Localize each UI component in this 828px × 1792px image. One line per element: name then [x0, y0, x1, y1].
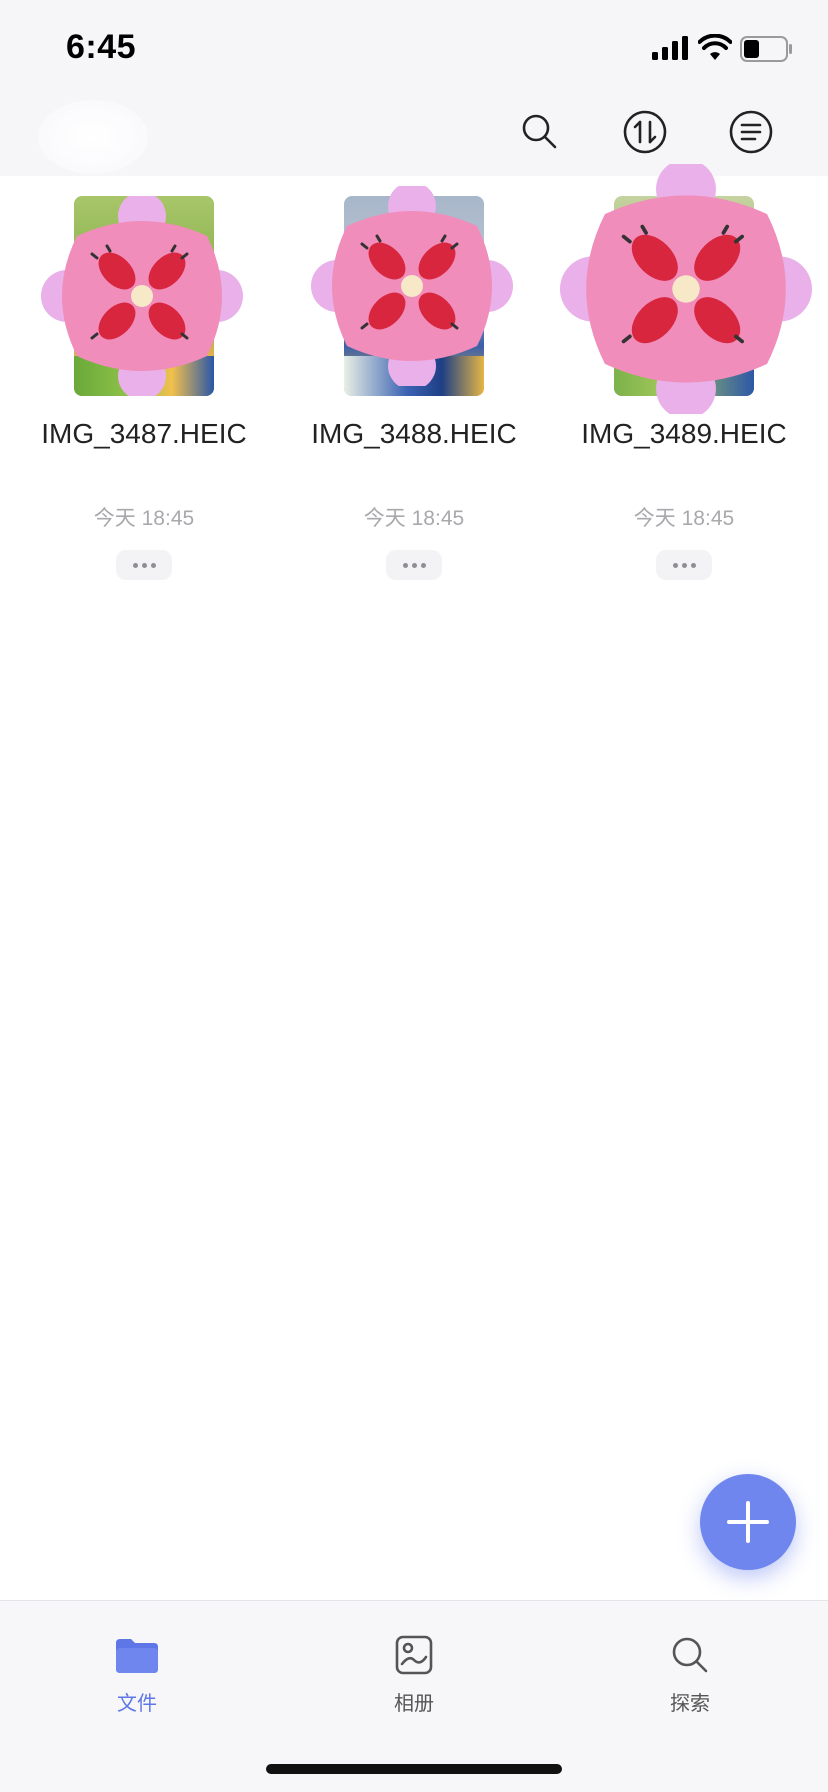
dot-icon [402, 562, 408, 568]
search-button[interactable] [516, 108, 564, 156]
list-menu-button[interactable] [727, 108, 775, 156]
album-icon [395, 1635, 433, 1675]
sort-icon [623, 110, 667, 154]
tab-explore[interactable]: 探索 [630, 1635, 750, 1725]
dot-icon [420, 562, 426, 568]
file-item[interactable]: IMG_3488.HEIC 今天 18:45 [279, 176, 549, 586]
file-name: IMG_3487.HEIC [41, 418, 247, 449]
sort-button[interactable] [621, 108, 669, 156]
more-options-button[interactable] [386, 550, 442, 580]
search-icon [522, 114, 557, 149]
dot-icon [150, 562, 156, 568]
add-button[interactable] [700, 1474, 796, 1570]
file-item[interactable]: IMG_3489.HEIC 今天 18:45 [549, 164, 819, 586]
tab-label: 探索 [670, 1691, 710, 1715]
file-modified-time: 今天 18:45 [363, 507, 465, 530]
file-name: IMG_3489.HEIC [581, 418, 787, 449]
dot-icon [141, 562, 147, 568]
search-icon [672, 1637, 708, 1673]
status-time: 6:45 [66, 28, 137, 66]
file-name: IMG_3488.HEIC [311, 418, 517, 449]
avatar[interactable] [38, 100, 148, 174]
battery-icon [740, 36, 792, 62]
tab-album[interactable]: 相册 [354, 1635, 474, 1725]
flower-sticker-icon [559, 164, 813, 414]
dot-icon [132, 562, 138, 568]
file-modified-time: 今天 18:45 [633, 507, 735, 530]
tab-files[interactable]: 文件 [77, 1635, 197, 1725]
dot-icon [411, 562, 417, 568]
home-indicator [266, 1764, 562, 1774]
tab-label: 文件 [117, 1691, 157, 1715]
dot-icon [681, 562, 687, 568]
dot-icon [672, 562, 678, 568]
dot-icon [690, 562, 696, 568]
status-bar: 6:45 [0, 0, 828, 92]
signal-icon [652, 36, 688, 60]
flower-sticker-icon [311, 186, 513, 386]
more-options-button[interactable] [656, 550, 712, 580]
flower-sticker-icon [41, 196, 243, 396]
plus-icon [727, 1501, 769, 1543]
wifi-icon [698, 34, 732, 60]
file-item[interactable]: IMG_3487.HEIC 今天 18:45 [9, 176, 279, 586]
file-modified-time: 今天 18:45 [93, 507, 195, 530]
tab-label: 相册 [394, 1691, 434, 1715]
menu-icon [729, 110, 773, 154]
more-options-button[interactable] [116, 550, 172, 580]
folder-icon [116, 1639, 158, 1673]
